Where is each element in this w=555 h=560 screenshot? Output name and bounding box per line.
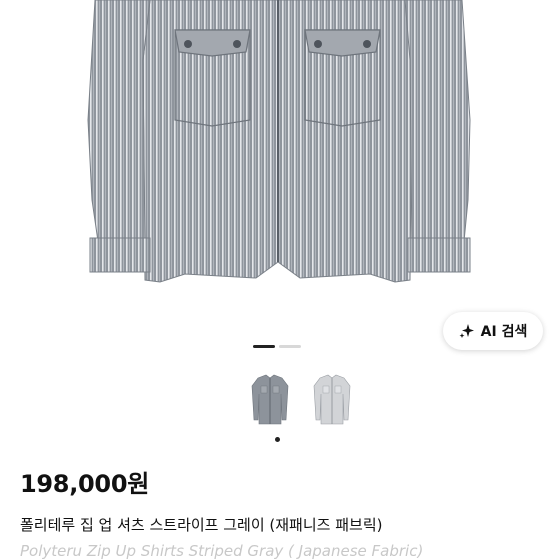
thumbnail-shirt-light [313, 374, 351, 425]
thumbnail-selected-dot [275, 437, 280, 442]
product-hero-image[interactable] [0, 0, 555, 300]
product-title: 폴리테루 집 업 셔츠 스트라이프 그레이 (재패니즈 패브릭) [20, 516, 383, 534]
thumbnail-strip [247, 372, 355, 428]
product-price: 198,000원 [20, 470, 149, 498]
sparkle-icon [459, 324, 474, 338]
thumbnail-1[interactable] [247, 372, 293, 428]
ai-search-label: AI 검색 [480, 324, 528, 340]
product-subtitle: Polyteru Zip Up Shirts Striped Gray ( Ja… [20, 542, 424, 560]
carousel-indicator [253, 345, 301, 348]
shirt-image [87, 0, 471, 283]
carousel-dot [279, 345, 301, 348]
thumbnail-2[interactable] [309, 372, 355, 428]
carousel-dot-active [253, 345, 275, 348]
ai-search-button[interactable]: AI 검색 [443, 312, 543, 350]
thumbnail-shirt-gray [251, 374, 289, 425]
